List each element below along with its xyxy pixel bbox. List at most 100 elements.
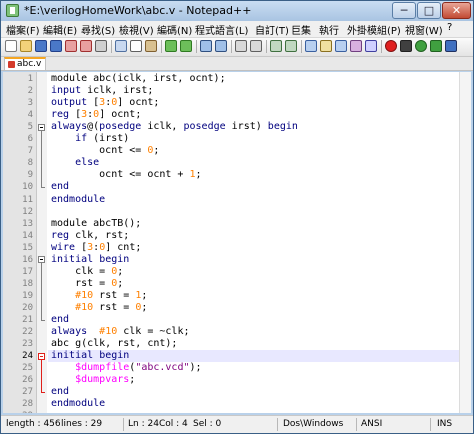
code-token: ; [141,289,148,301]
close-button[interactable]: ✕ [442,2,471,19]
code-line[interactable]: rst = 0; [51,278,123,290]
doc-map-icon[interactable] [365,40,377,52]
code-token: ocnt <= [51,145,148,157]
line-number: 24 [22,351,33,362]
redo-icon[interactable] [180,40,192,52]
paste-icon[interactable] [145,40,157,52]
code-line[interactable]: reg clk, rst; [51,230,129,242]
line-number: 6 [27,134,33,145]
code-token: abc g(clk, rst, cnt); [51,338,178,350]
sync-v-icon[interactable] [270,40,282,52]
menu-encoding[interactable]: 編碼(N) [157,22,192,37]
close-all-icon[interactable] [80,40,92,52]
new-file-icon[interactable] [5,40,17,52]
code-token: else [75,157,100,169]
undo-icon[interactable] [165,40,177,52]
zoom-out-icon[interactable] [250,40,262,52]
code-line[interactable]: ocnt <= 0; [51,145,159,157]
code-line[interactable]: input iclk, irst; [51,85,153,97]
code-line[interactable]: abc g(clk, rst, cnt); [51,338,177,350]
menu-view[interactable]: 檢視(V) [119,22,154,37]
notepadpp-app-icon[interactable] [6,4,19,17]
code-line[interactable]: #10 rst = 0; [51,302,147,314]
zoom-in-icon[interactable] [235,40,247,52]
menu-file[interactable]: 檔案(F) [6,22,40,37]
code-line[interactable]: ocnt <= ocnt + 1; [51,169,201,181]
copy-icon[interactable] [130,40,142,52]
print-icon[interactable] [95,40,107,52]
code-line[interactable]: #10 rst = 1; [51,290,147,302]
code-editor[interactable]: 1 module abc(iclk, irst, ocnt); 2 input icl… [3,72,471,413]
code-token: ; [141,301,148,313]
code-token: output [51,97,88,109]
menu-language[interactable]: 程式語言(L) [195,22,248,37]
code-token: initial [51,253,94,265]
code-token: input [51,85,82,97]
code-line[interactable]: initial begin [51,350,129,362]
code-line[interactable]: end [51,181,69,193]
code-line[interactable]: wire [3:0] cnt; [51,242,141,254]
code-token: [ [69,109,82,121]
close-icon[interactable] [65,40,77,52]
sync-h-icon[interactable] [285,40,297,52]
fold-toggle[interactable] [38,256,45,264]
cut-icon[interactable] [115,40,127,52]
tab-abc-v[interactable]: abc.v [4,57,46,70]
code-line[interactable]: else [51,157,99,169]
code-line[interactable]: output [3:0] ocnt; [51,97,159,109]
status-insert-mode: INS [437,419,453,429]
menu-help[interactable]: ? [447,22,452,33]
show-all-chars-icon[interactable] [320,40,332,52]
menu-settings[interactable]: 自訂(T) [255,22,289,37]
fold-toggle[interactable] [38,123,45,131]
replace-icon[interactable] [215,40,227,52]
menu-search[interactable]: 尋找(S) [81,22,115,37]
minimize-button[interactable]: ─ [392,2,416,19]
code-line[interactable]: endmodule [51,194,105,206]
find-icon[interactable] [200,40,212,52]
menu-window[interactable]: 視窗(W) [405,22,443,37]
line-number: 17 [22,266,33,277]
vertical-scrollbar[interactable] [459,72,471,413]
user-lang-icon[interactable] [350,40,362,52]
code-line[interactable]: reg [3:0] ocnt; [51,109,141,121]
indent-guide-icon[interactable] [335,40,347,52]
save-macro-icon[interactable] [445,40,457,52]
code-line[interactable]: initial begin [51,254,129,266]
code-line[interactable]: if (irst) [51,133,129,145]
notepadpp-window: *E:\verilogHomeWork\abc.v - Notepad++ ─ … [0,0,474,434]
play-macro-icon[interactable] [415,40,427,52]
tab-label: abc.v [17,59,42,69]
code-line[interactable]: module abc(iclk, irst, ocnt); [51,73,226,85]
fold-toggle[interactable] [38,352,45,360]
code-line[interactable]: module abcTB(); [51,218,141,230]
code-line[interactable]: end [51,386,69,398]
code-line[interactable]: always@(posedge iclk, posedge irst) begi… [51,121,298,133]
code-line[interactable]: end [51,314,69,326]
menu-macro[interactable]: 巨集 [291,22,311,37]
record-macro-icon[interactable] [385,40,397,52]
line-number: 15 [22,242,33,253]
word-wrap-icon[interactable] [305,40,317,52]
save-all-icon[interactable] [50,40,62,52]
code-token: iclk, [141,121,184,133]
menu-run[interactable]: 執行 [319,22,339,37]
code-line[interactable]: $dumpfile("abc.vcd"); [51,362,201,374]
menu-bar: 檔案(F) 編輯(E) 尋找(S) 檢視(V) 編碼(N) 程式語言(L) 自訂… [1,21,473,38]
code-line[interactable]: always #10 clk = ~clk; [51,326,189,338]
menu-edit[interactable]: 編輯(E) [43,22,77,37]
stop-macro-icon[interactable] [400,40,412,52]
menu-plugins[interactable]: 外掛模組(P) [347,22,401,37]
run-macro-multiple-icon[interactable] [430,40,442,52]
open-file-icon[interactable] [20,40,32,52]
code-line[interactable]: clk = 0; [51,266,123,278]
code-line[interactable]: $dumpvars; [51,374,135,386]
code-line[interactable]: endmodule [51,398,105,410]
line-number: 28 [22,399,33,410]
maximize-button[interactable]: □ [417,2,441,19]
save-icon[interactable] [35,40,47,52]
title-bar[interactable]: *E:\verilogHomeWork\abc.v - Notepad++ ─ … [1,1,473,21]
toolbar-separator [231,40,232,53]
